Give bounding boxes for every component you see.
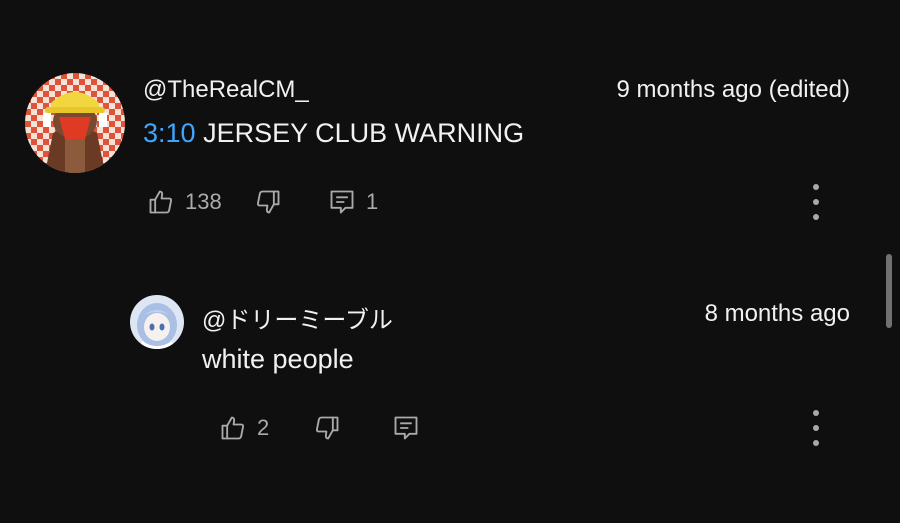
reply-author[interactable]: @ドリーミーブル (202, 300, 393, 335)
reply-button[interactable] (392, 414, 420, 442)
comment-text: 3:10 JERSEY CLUB WARNING (143, 118, 524, 149)
comment-author[interactable]: @TheRealCM_ (143, 76, 309, 104)
avatar[interactable] (130, 295, 184, 349)
avatar-anime-girl-icon (130, 295, 184, 349)
like-button[interactable]: 138 (147, 188, 222, 216)
reply-count: 1 (366, 189, 379, 214)
dislike-button[interactable] (254, 188, 282, 216)
thumbs-up-icon (149, 190, 173, 214)
comment-time: 9 months ago (edited) (616, 76, 850, 103)
scrollbar[interactable] (886, 254, 892, 328)
timestamp-link[interactable]: 3:10 (143, 118, 196, 148)
more-vertical-icon (813, 184, 819, 190)
thumbs-up-icon (221, 416, 245, 440)
reply-button[interactable]: 1 (328, 188, 378, 216)
comments-panel: @TheRealCM_ 9 months ago (edited) 3:10 J… (0, 0, 900, 523)
dislike-button[interactable] (313, 414, 341, 442)
more-options-button[interactable] (806, 410, 826, 446)
reply-text: white people (202, 344, 354, 374)
reply-time: 8 months ago (704, 300, 850, 327)
more-options-button[interactable] (806, 184, 826, 220)
like-button[interactable]: 2 (219, 414, 269, 442)
comment-icon (394, 416, 418, 440)
more-vertical-icon (813, 410, 819, 416)
comment-icon (330, 190, 354, 214)
comment-text-content: JERSEY CLUB WARNING (195, 118, 525, 148)
like-count: 138 (185, 189, 222, 214)
thumbs-down-icon (315, 416, 339, 440)
like-count: 2 (257, 415, 270, 440)
thumbs-down-icon (256, 190, 280, 214)
avatar[interactable] (25, 73, 125, 173)
avatar-checker-character-icon (25, 73, 125, 173)
